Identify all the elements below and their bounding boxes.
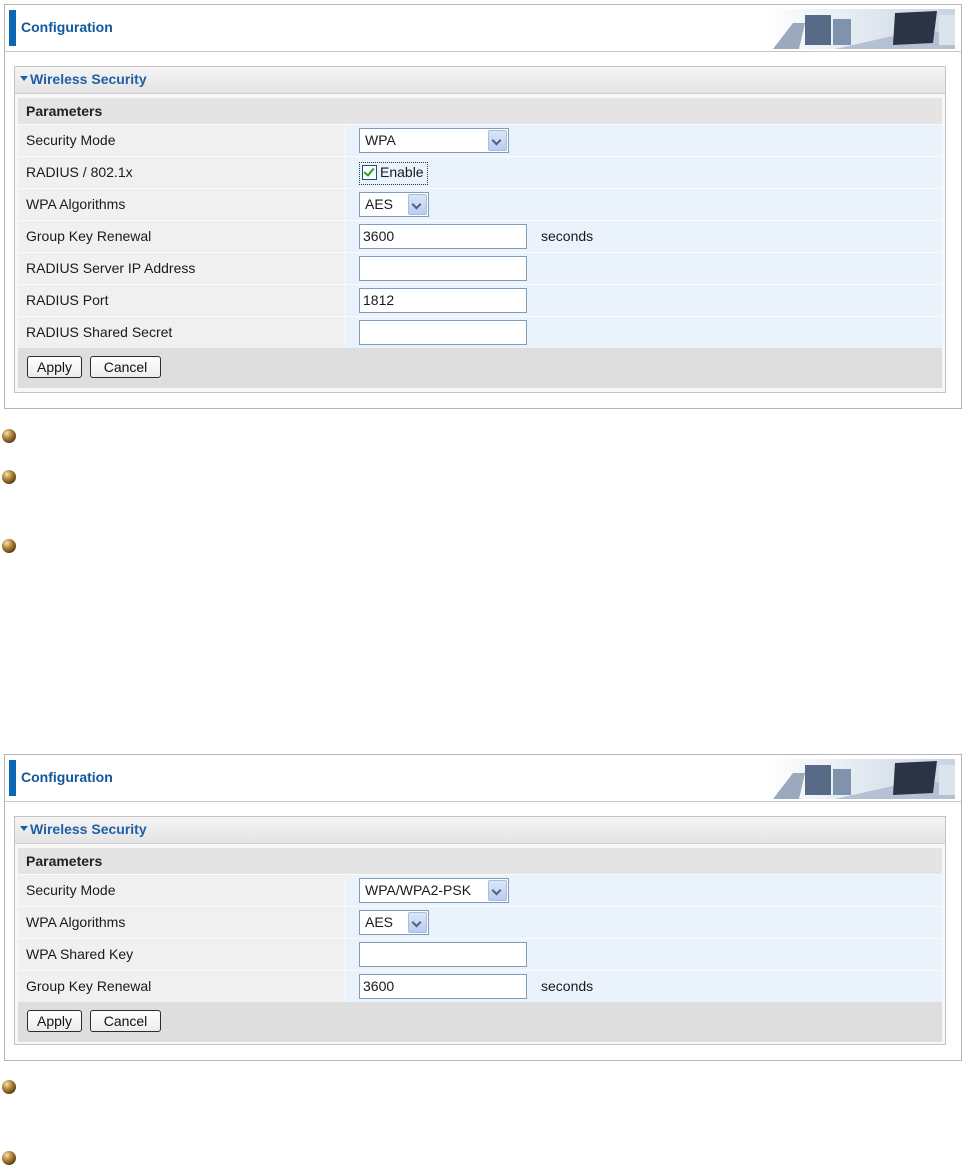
security-mode-cell: WPA xyxy=(345,125,942,156)
radius-enable-checkbox[interactable]: Enable xyxy=(359,162,428,185)
row-radius-shared-secret: RADIUS Shared Secret xyxy=(18,316,942,348)
wpa-shared-key-label: WPA Shared Key xyxy=(18,939,344,970)
wpa-shared-key-input[interactable] xyxy=(359,942,527,967)
apply-button[interactable]: Apply xyxy=(27,356,82,378)
cancel-button[interactable]: Cancel xyxy=(90,1010,161,1032)
radius-8021x-label: RADIUS / 802.1x xyxy=(18,157,344,188)
radius-port-input[interactable]: 1812 xyxy=(359,288,527,313)
security-mode-cell: WPA/WPA2-PSK xyxy=(345,875,942,906)
row-radius-8021x: RADIUS / 802.1x Enable xyxy=(18,156,942,188)
wpa-shared-key-cell xyxy=(345,939,942,970)
section-title[interactable]: Wireless Security xyxy=(15,817,945,844)
group-key-renewal-unit: seconds xyxy=(541,228,594,244)
row-wpa-algorithms: WPA Algorithms AES xyxy=(18,906,942,938)
chevron-down-icon xyxy=(408,194,427,215)
page-title: Configuration xyxy=(21,19,113,35)
bronze-bullet-icon xyxy=(2,429,16,443)
wpa-algorithms-value: AES xyxy=(365,196,394,212)
section-title[interactable]: Wireless Security xyxy=(15,67,945,94)
bronze-bullet-icon xyxy=(2,539,16,553)
radius-port-cell: 1812 xyxy=(345,285,942,316)
radius-port-label: RADIUS Port xyxy=(18,285,344,316)
wpa-algorithms-value: AES xyxy=(365,914,394,930)
radius-server-ip-label: RADIUS Server IP Address xyxy=(18,253,344,284)
button-bar: Apply Cancel xyxy=(18,348,942,388)
group-key-renewal-label: Group Key Renewal xyxy=(18,971,344,1002)
section-title-text: Wireless Security xyxy=(30,821,147,837)
group-key-renewal-unit: seconds xyxy=(541,978,594,994)
group-key-renewal-label: Group Key Renewal xyxy=(18,221,344,252)
chevron-down-icon xyxy=(488,130,507,151)
chevron-down-icon xyxy=(408,912,427,933)
radius-enable-label: Enable xyxy=(380,164,424,180)
page-title: Configuration xyxy=(21,769,113,785)
wpa-algorithms-label: WPA Algorithms xyxy=(18,189,344,220)
radius-shared-secret-label: RADIUS Shared Secret xyxy=(18,317,344,348)
row-radius-port: RADIUS Port 1812 xyxy=(18,284,942,316)
security-mode-label: Security Mode xyxy=(18,125,344,156)
radius-shared-secret-cell xyxy=(345,317,942,348)
group-key-renewal-input[interactable]: 3600 xyxy=(359,974,527,999)
wireless-security-section: Wireless Security Parameters Security Mo… xyxy=(14,816,946,1045)
wpa-algorithms-select[interactable]: AES xyxy=(359,192,429,217)
bronze-bullet-icon xyxy=(2,1080,16,1094)
parameters-heading: Parameters xyxy=(18,98,942,124)
bronze-bullet-icon xyxy=(2,470,16,484)
row-wpa-algorithms: WPA Algorithms AES xyxy=(18,188,942,220)
radius-server-ip-cell xyxy=(345,253,942,284)
row-group-key-renewal: Group Key Renewal 3600 seconds xyxy=(18,970,942,1002)
bronze-bullet-icon xyxy=(2,1151,16,1165)
group-key-renewal-cell: 3600 seconds xyxy=(345,221,942,252)
triangle-down-icon xyxy=(20,825,28,831)
group-key-renewal-input[interactable]: 3600 xyxy=(359,224,527,249)
office-scene-banner-icon xyxy=(765,9,955,49)
row-security-mode: Security Mode WPA xyxy=(18,124,942,156)
config-panel-wpa: Configuration Wireless Security Paramete… xyxy=(4,4,962,409)
checkmark-icon xyxy=(362,164,377,180)
security-mode-value: WPA xyxy=(365,132,396,148)
security-mode-value: WPA/WPA2-PSK xyxy=(365,882,472,898)
panel-header: Configuration xyxy=(5,755,961,802)
cancel-button[interactable]: Cancel xyxy=(90,356,161,378)
security-mode-select[interactable]: WPA xyxy=(359,128,509,153)
radius-shared-secret-input[interactable] xyxy=(359,320,527,345)
row-wpa-shared-key: WPA Shared Key xyxy=(18,938,942,970)
apply-button[interactable]: Apply xyxy=(27,1010,82,1032)
header-accent-bar xyxy=(9,760,16,796)
row-group-key-renewal: Group Key Renewal 3600 seconds xyxy=(18,220,942,252)
header-accent-bar xyxy=(9,10,16,46)
radius-server-ip-input[interactable] xyxy=(359,256,527,281)
row-radius-server-ip: RADIUS Server IP Address xyxy=(18,252,942,284)
security-mode-label: Security Mode xyxy=(18,875,344,906)
row-security-mode: Security Mode WPA/WPA2-PSK xyxy=(18,874,942,906)
parameters-heading: Parameters xyxy=(18,848,942,874)
config-panel-wpa-psk: Configuration Wireless Security Paramete… xyxy=(4,754,962,1061)
wpa-algorithms-label: WPA Algorithms xyxy=(18,907,344,938)
chevron-down-icon xyxy=(488,880,507,901)
radius-8021x-cell: Enable xyxy=(345,157,942,188)
wpa-algorithms-cell: AES xyxy=(345,907,942,938)
triangle-down-icon xyxy=(20,75,28,81)
wpa-algorithms-select[interactable]: AES xyxy=(359,910,429,935)
office-scene-banner-icon xyxy=(765,759,955,799)
panel-header: Configuration xyxy=(5,5,961,52)
section-title-text: Wireless Security xyxy=(30,71,147,87)
group-key-renewal-cell: 3600 seconds xyxy=(345,971,942,1002)
security-mode-select[interactable]: WPA/WPA2-PSK xyxy=(359,878,509,903)
wireless-security-section: Wireless Security Parameters Security Mo… xyxy=(14,66,946,393)
wpa-algorithms-cell: AES xyxy=(345,189,942,220)
button-bar: Apply Cancel xyxy=(18,1002,942,1042)
